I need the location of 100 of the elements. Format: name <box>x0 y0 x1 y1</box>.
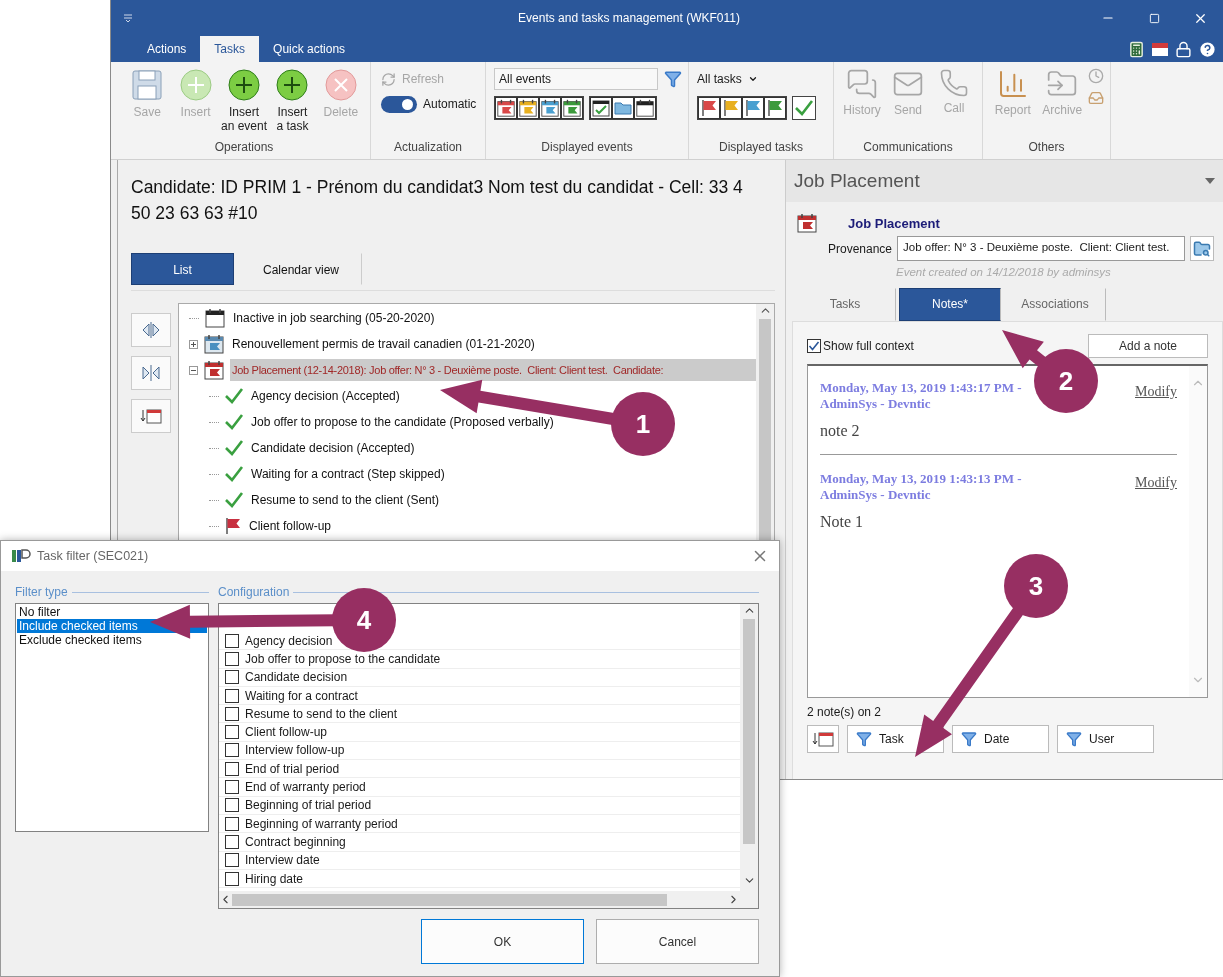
tasks-dropdown[interactable]: All tasks <box>697 68 758 90</box>
events-field[interactable]: All events <box>494 68 658 90</box>
checkbox[interactable] <box>225 651 239 666</box>
x-circle-icon <box>323 68 358 102</box>
modify-link[interactable]: Modify <box>1135 475 1177 491</box>
lock-icon[interactable] <box>1175 40 1192 58</box>
provenance-field[interactable]: Job offer: N° 3 - Deuxième poste. Client: Client test. <box>897 236 1186 261</box>
event-toggle[interactable] <box>517 97 539 119</box>
sort-button[interactable] <box>131 399 171 433</box>
plus-circle-icon <box>178 68 213 102</box>
checkbox[interactable] <box>225 816 239 831</box>
tree-item[interactable]: Agency decision (Accepted) <box>249 384 402 408</box>
filter-icon <box>856 731 872 747</box>
notes-count: 2 note(s) on 2 <box>807 705 883 719</box>
help-icon[interactable] <box>1198 39 1217 59</box>
checkbox[interactable] <box>225 743 239 758</box>
dialog-button[interactable]: Cancel <box>596 919 759 964</box>
caret-icon[interactable] <box>1205 178 1215 184</box>
show-context-checkbox[interactable]: Show full context <box>807 339 914 353</box>
sort-button[interactable] <box>807 725 839 753</box>
sort-calendar-icon <box>139 407 163 425</box>
checkbox-label: Candidate decision <box>245 670 348 685</box>
filter-button[interactable]: User <box>1057 725 1154 753</box>
calendar-icon[interactable] <box>1151 41 1169 57</box>
checkbox[interactable] <box>225 725 239 740</box>
browse-button[interactable] <box>1190 236 1215 261</box>
calendar-flag-icon <box>562 97 582 119</box>
checkbox-label: Interview date <box>245 853 320 868</box>
scrollbar[interactable] <box>1189 366 1207 697</box>
toggle-switch[interactable] <box>381 95 417 113</box>
checkbox[interactable] <box>225 688 239 703</box>
tree-item[interactable]: Candidate decision (Accepted) <box>249 436 417 460</box>
group-label: Configuration <box>218 585 290 599</box>
expander-toggle[interactable] <box>189 365 198 375</box>
tree-item[interactable]: Client follow-up <box>247 514 334 538</box>
list-item[interactable]: Exclude checked items <box>17 633 207 647</box>
checkbox[interactable] <box>225 871 239 886</box>
modify-link[interactable]: Modify <box>1135 384 1177 400</box>
ribbon-button[interactable]: Insert a task <box>269 68 316 133</box>
task-toggle[interactable] <box>792 96 816 120</box>
scrollbar[interactable] <box>219 891 758 908</box>
view-tab[interactable]: Calendar view <box>240 253 363 285</box>
checkbox-label: Contract beginning <box>245 834 346 849</box>
check-icon <box>224 439 244 457</box>
task-toggle[interactable] <box>698 97 720 119</box>
event-toggle[interactable] <box>590 97 612 119</box>
ribbon-tab[interactable]: Actions <box>133 36 201 62</box>
calendar-icon <box>635 97 655 119</box>
view-tab[interactable]: List <box>131 253 234 285</box>
checkbox-label: Waiting for a contract <box>245 688 358 703</box>
task-toggle[interactable] <box>742 97 764 119</box>
list-item[interactable]: No filter <box>17 605 207 619</box>
group-label: Filter type <box>15 585 68 599</box>
checkbox[interactable] <box>225 780 239 794</box>
tree-item[interactable]: Resume to send to the client (Sent) <box>249 488 442 512</box>
filter-icon[interactable] <box>664 70 682 88</box>
refresh-icon <box>381 71 396 87</box>
checkbox[interactable] <box>225 761 239 776</box>
ribbon-tab[interactable]: Tasks <box>200 36 260 62</box>
calendar-flag-icon <box>203 359 225 381</box>
task-toggle[interactable] <box>720 97 742 119</box>
ribbon-tab[interactable]: Quick actions <box>259 36 360 62</box>
maximize-icon <box>1148 12 1160 24</box>
add-note-button[interactable]: Add a note <box>1088 334 1208 358</box>
task-toggle[interactable] <box>764 97 786 119</box>
note-text: note 2 <box>820 422 861 440</box>
calendar-flag-icon <box>796 212 818 234</box>
event-toggle[interactable] <box>634 97 656 119</box>
checkbox[interactable] <box>225 798 239 813</box>
tree-item[interactable]: Waiting for a contract (Step skipped) <box>249 462 447 486</box>
checkbox[interactable] <box>225 706 239 721</box>
flag-icon <box>744 99 762 117</box>
calendar-check-icon <box>591 98 611 118</box>
check-icon <box>224 387 244 405</box>
check-icon <box>224 491 244 509</box>
calculator-icon[interactable] <box>1128 40 1145 58</box>
panel-tab[interactable]: Notes* <box>899 288 1001 321</box>
filter-button[interactable]: Date <box>952 725 1049 753</box>
ribbon-button[interactable]: Insert an event <box>220 68 268 133</box>
expander-toggle[interactable] <box>189 339 198 349</box>
event-toggle[interactable] <box>561 97 583 119</box>
event-toggle[interactable] <box>539 97 561 119</box>
checkbox[interactable] <box>225 633 239 648</box>
scrollbar[interactable] <box>740 604 758 891</box>
tree-item[interactable]: Job Placement (12-14-2018): Job offer: N° 3 - Deuxième poste. Client: Client test. Candidate: <box>230 359 756 381</box>
tree-item[interactable]: Renouvellement permis de travail canadien (01-21-2020) <box>230 332 537 356</box>
dialog-button[interactable]: OK <box>421 919 584 964</box>
quick-access-icon[interactable] <box>123 13 133 23</box>
checkbox[interactable] <box>225 670 239 685</box>
group-label: Displayed events <box>540 139 634 156</box>
checkbox-label: Client follow-up <box>245 725 328 740</box>
inward-arrows-icon <box>140 364 162 382</box>
checkbox[interactable] <box>225 853 239 868</box>
tree-item[interactable]: Job offer to propose to the candidate (Proposed verbally) <box>249 410 556 434</box>
event-toggle[interactable] <box>612 97 634 119</box>
app-icon <box>11 548 31 564</box>
checkbox[interactable] <box>225 834 239 849</box>
calendar-flag-icon <box>203 333 225 355</box>
tree-item[interactable]: Inactive in job searching (05-20-2020) <box>231 306 437 330</box>
event-toggle[interactable] <box>495 97 517 119</box>
